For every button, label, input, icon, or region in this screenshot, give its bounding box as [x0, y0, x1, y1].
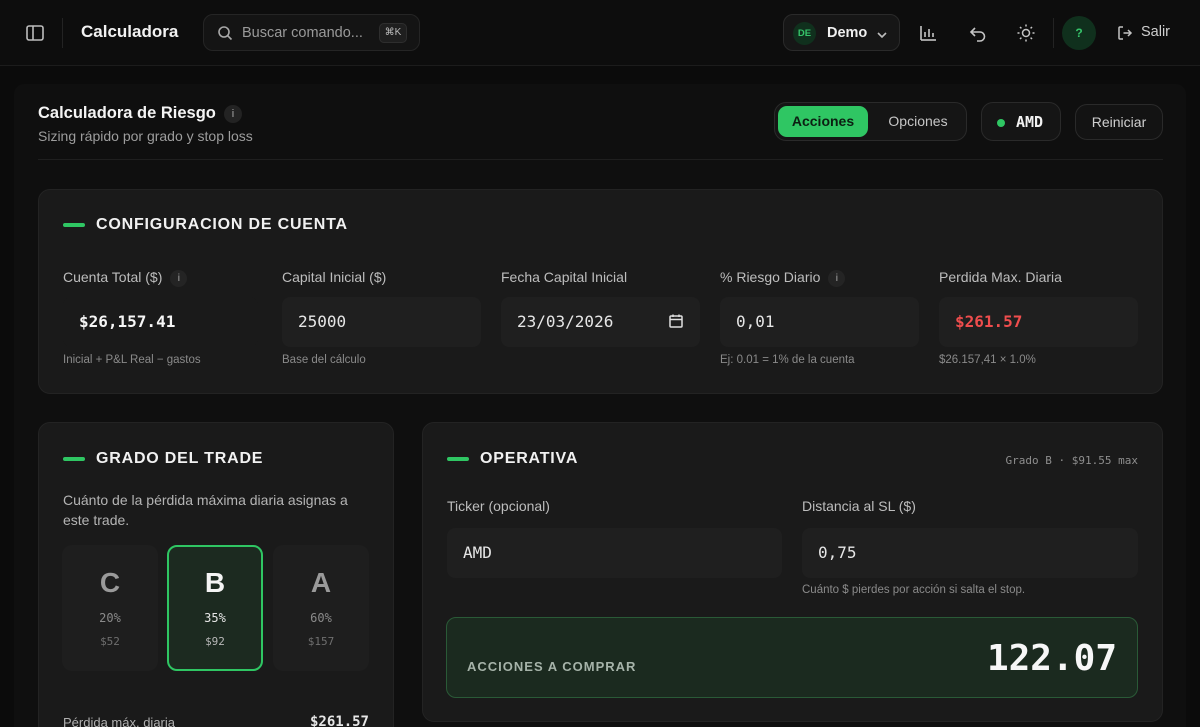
sidebar-icon[interactable]: [24, 22, 46, 44]
app-title: Calculadora: [81, 22, 179, 41]
sl-distance-input[interactable]: 0,75: [802, 528, 1138, 578]
cuenta-total-hint: Inicial + P&L Real − gastos: [63, 354, 201, 366]
page-subtitle: Sizing rápido por grado y stop loss: [38, 128, 253, 144]
ticker-badge[interactable]: AMD: [981, 102, 1061, 141]
chart-icon[interactable]: [918, 23, 938, 43]
perdida-max-hint: $26.157,41 × 1.0%: [939, 354, 1036, 366]
info-icon[interactable]: i: [828, 269, 846, 287]
perdida-max-label: Perdida Max. Diaria: [939, 269, 1062, 285]
fecha-capital-input[interactable]: 23/03/2026: [501, 297, 700, 347]
logout-icon: [1118, 26, 1133, 40]
tab-acciones[interactable]: Acciones: [778, 106, 868, 137]
cuenta-total-label-text: Cuenta Total ($): [63, 269, 163, 285]
divider: [1053, 18, 1054, 48]
result-value: 122.07: [986, 638, 1117, 679]
grade-pct: 35%: [204, 611, 226, 625]
search-icon: [217, 25, 233, 41]
grade-option-b[interactable]: B 35% $92: [167, 545, 263, 671]
sl-distance-label: Distancia al SL ($): [802, 498, 916, 514]
search-placeholder: Buscar comando...: [242, 25, 363, 41]
riesgo-diario-label-text: % Riesgo Diario: [720, 269, 821, 285]
grade-option-c[interactable]: C 20% $52: [62, 545, 158, 671]
grade-footer-label: Pérdida máx. diaria: [63, 715, 175, 727]
accent-bar: [63, 223, 85, 227]
grade-letter: C: [99, 567, 121, 598]
grade-pct: 20%: [99, 611, 121, 625]
calendar-icon[interactable]: [668, 313, 684, 329]
grade-title-text: GRADO DEL TRADE: [96, 450, 264, 467]
cuenta-total-value: $26,157.41: [79, 312, 176, 331]
perdida-max-value: $261.57: [955, 312, 1023, 331]
ticker-label: Ticker (opcional): [447, 498, 550, 514]
grade-pct: 60%: [310, 611, 332, 625]
ticker-input[interactable]: AMD: [447, 528, 782, 578]
sl-distance-hint: Cuánto $ pierdes por acción si salta el …: [802, 584, 1026, 596]
operativa-title-text: OPERATIVA: [480, 450, 579, 467]
grade-amount: $157: [307, 635, 335, 648]
operativa-meta: Grado B · $91.55 max: [1005, 454, 1138, 467]
logout-label: Salir: [1141, 24, 1171, 40]
header-divider: [38, 159, 1163, 160]
capital-inicial-hint: Base del cálculo: [282, 354, 366, 366]
grade-amount: $52: [100, 635, 120, 648]
riesgo-diario-value: 0,01: [736, 312, 775, 331]
result-panel: ACCIONES A COMPRAR 122.07: [446, 617, 1138, 698]
sun-icon[interactable]: [1016, 23, 1036, 43]
perdida-max-value-box: $261.57: [939, 297, 1138, 347]
grade-letter: A: [310, 567, 332, 598]
account-dropdown[interactable]: DE Demo: [783, 14, 900, 51]
cuenta-total-value-box: $26,157.41: [63, 297, 258, 347]
account-config-title-text: CONFIGURACION DE CUENTA: [96, 216, 348, 233]
sl-distance-value: 0,75: [818, 543, 857, 562]
mode-toggle: Acciones Opciones: [774, 102, 967, 141]
grade-amount: $92: [205, 635, 225, 648]
avatar: DE: [793, 22, 816, 45]
tab-opciones[interactable]: Opciones: [875, 106, 961, 137]
cuenta-total-label: Cuenta Total ($) i: [63, 269, 188, 287]
undo-icon[interactable]: [968, 23, 988, 43]
ticker-badge-label: AMD: [1016, 113, 1044, 131]
chevron-down-icon: [876, 28, 888, 40]
account-config-card: CONFIGURACION DE CUENTA Cuenta Total ($)…: [38, 189, 1163, 394]
capital-inicial-value: 25000: [298, 312, 347, 331]
grade-letter: B: [204, 567, 226, 598]
account-name: Demo: [827, 25, 868, 41]
search-shortcut: ⌘K: [379, 23, 407, 43]
fecha-capital-label: Fecha Capital Inicial: [501, 269, 628, 285]
reset-button[interactable]: Reiniciar: [1075, 104, 1163, 140]
accent-bar: [63, 457, 85, 461]
riesgo-diario-input[interactable]: 0,01: [720, 297, 919, 347]
page-title: Calculadora de Riesgo i: [38, 104, 242, 123]
riesgo-diario-hint: Ej: 0.01 = 1% de la cuenta: [720, 354, 855, 366]
grade-footer-value: $261.57: [309, 714, 369, 727]
status-dot: [997, 119, 1005, 127]
page-title-text: Calculadora de Riesgo: [38, 104, 216, 122]
capital-inicial-label: Capital Inicial ($): [282, 269, 387, 285]
top-bar: Calculadora Buscar comando... ⌘K DE Demo: [0, 0, 1200, 66]
info-icon[interactable]: i: [170, 269, 188, 287]
fecha-capital-value: 23/03/2026: [517, 312, 614, 331]
divider: [62, 18, 63, 48]
ticker-value: AMD: [463, 543, 492, 562]
search-input[interactable]: Buscar comando... ⌘K: [203, 14, 420, 51]
grade-description: Cuánto de la pérdida máxima diaria asign…: [63, 492, 348, 528]
capital-inicial-input[interactable]: 25000: [282, 297, 481, 347]
riesgo-diario-label: % Riesgo Diario i: [720, 269, 846, 287]
info-icon[interactable]: i: [224, 105, 242, 123]
accent-bar: [447, 457, 469, 461]
help-button[interactable]: ?: [1062, 16, 1096, 50]
grade-option-a[interactable]: A 60% $157: [273, 545, 369, 671]
result-label: ACCIONES A COMPRAR: [467, 659, 637, 674]
